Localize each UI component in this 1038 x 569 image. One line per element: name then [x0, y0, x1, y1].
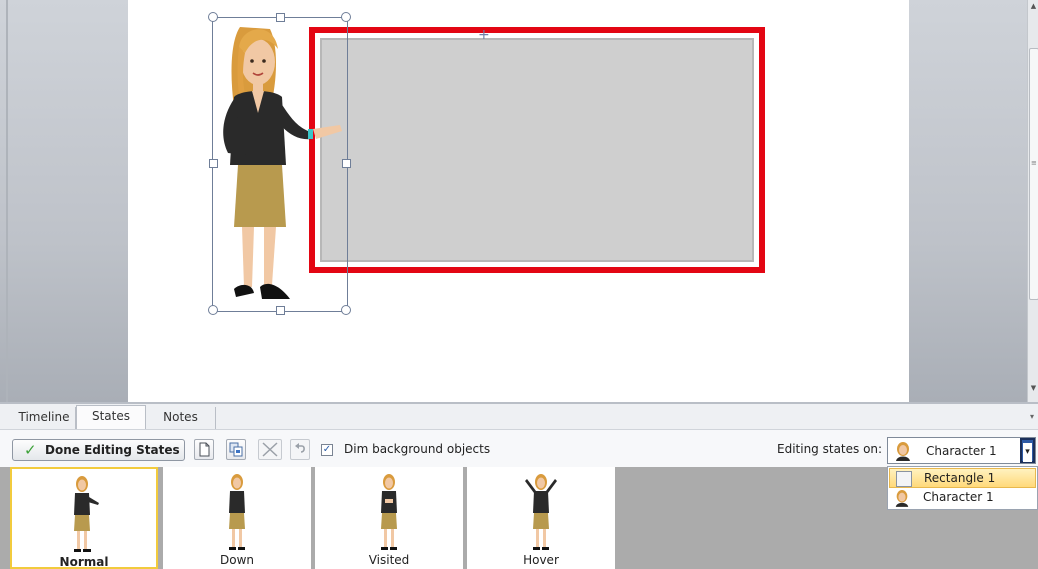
- state-label: Down: [219, 553, 254, 567]
- rectangle-thumbnail-icon: [896, 471, 912, 487]
- character-selection-box[interactable]: [212, 17, 348, 312]
- resize-handle-ne[interactable]: [341, 12, 351, 22]
- dim-background-label: Dim background objects: [344, 442, 491, 456]
- scroll-grip-icon: ≡: [1031, 159, 1037, 167]
- stage-gutter-left: [0, 0, 128, 402]
- state-hover[interactable]: Hover: [467, 467, 615, 569]
- stage-area: ▲ ≡ ▼ +: [0, 0, 1038, 402]
- character-hover-thumbnail: [525, 474, 557, 550]
- resize-handle-sw[interactable]: [208, 305, 218, 315]
- resize-handle-w[interactable]: [209, 159, 218, 168]
- checkmark-icon: ✓: [24, 441, 37, 459]
- undo-arrow-icon: [295, 443, 305, 453]
- states-toolbar: ✓ Done Editing States ✓ Dim background o…: [0, 429, 1038, 468]
- character-thumbnail-icon: [896, 442, 910, 461]
- state-label: Hover: [523, 553, 559, 567]
- duplicate-state-button[interactable]: [226, 439, 246, 460]
- state-label: Normal: [59, 555, 109, 569]
- character-visited-thumbnail: [381, 474, 397, 550]
- rectangle-fill: [320, 38, 754, 262]
- character-thumbnail-icon: [895, 490, 909, 507]
- dropdown-option-label: Character 1: [923, 490, 994, 504]
- editing-states-dropdown-list: Rectangle 1 Character 1: [887, 466, 1038, 510]
- character-down-thumbnail: [229, 474, 245, 550]
- dim-background-checkbox[interactable]: ✓: [321, 444, 333, 456]
- character-normal-thumbnail: [74, 476, 99, 552]
- editing-states-on-label: Editing states on:: [777, 442, 883, 456]
- editing-states-on-value: Character 1: [926, 444, 997, 458]
- delete-state-button[interactable]: [258, 439, 282, 460]
- state-normal[interactable]: Normal: [10, 467, 158, 569]
- state-label: Visited: [368, 553, 410, 567]
- tab-notes[interactable]: Notes: [146, 407, 216, 429]
- state-visited[interactable]: Visited: [315, 467, 463, 569]
- resize-handle-s[interactable]: [276, 306, 285, 315]
- tab-timeline[interactable]: Timeline: [13, 407, 76, 429]
- move-crosshair-icon: +: [478, 27, 490, 43]
- panel-tabs: Timeline States Notes ▾: [0, 402, 1038, 430]
- duplicate-icon: [229, 442, 243, 457]
- dropdown-option-label: Rectangle 1: [924, 471, 996, 485]
- tab-states[interactable]: States: [76, 405, 146, 430]
- scroll-up-icon[interactable]: ▲: [1029, 2, 1038, 11]
- done-editing-states-button[interactable]: ✓ Done Editing States: [12, 439, 185, 461]
- resize-handle-nw[interactable]: [208, 12, 218, 22]
- resize-handle-n[interactable]: [276, 13, 285, 22]
- delete-x-icon: [262, 442, 278, 457]
- states-list: Normal Down Visited Hover: [0, 467, 1038, 569]
- stage-gutter-right: [909, 0, 1027, 402]
- dropdown-arrow-button[interactable]: ▾: [1020, 438, 1035, 463]
- chevron-down-icon: ▾: [1023, 443, 1032, 462]
- reset-state-button[interactable]: [290, 439, 310, 460]
- editing-states-on-select[interactable]: Character 1 ▾: [887, 437, 1036, 464]
- resize-handle-e[interactable]: [342, 159, 351, 168]
- new-state-button[interactable]: [194, 439, 214, 460]
- new-page-icon: [199, 442, 210, 457]
- resize-handle-se[interactable]: [341, 305, 351, 315]
- state-down[interactable]: Down: [163, 467, 311, 569]
- dropdown-option-character-1[interactable]: Character 1: [889, 488, 1036, 508]
- dropdown-option-rectangle-1[interactable]: Rectangle 1: [889, 468, 1036, 488]
- vertical-scrollbar[interactable]: ▲ ≡ ▼: [1027, 0, 1038, 402]
- scroll-down-icon[interactable]: ▼: [1029, 384, 1038, 393]
- rectangle-shape[interactable]: [309, 27, 765, 273]
- scroll-thumb[interactable]: [1029, 48, 1038, 300]
- collapse-chevron-icon[interactable]: ▾: [1030, 412, 1034, 421]
- done-editing-states-label: Done Editing States: [45, 443, 180, 457]
